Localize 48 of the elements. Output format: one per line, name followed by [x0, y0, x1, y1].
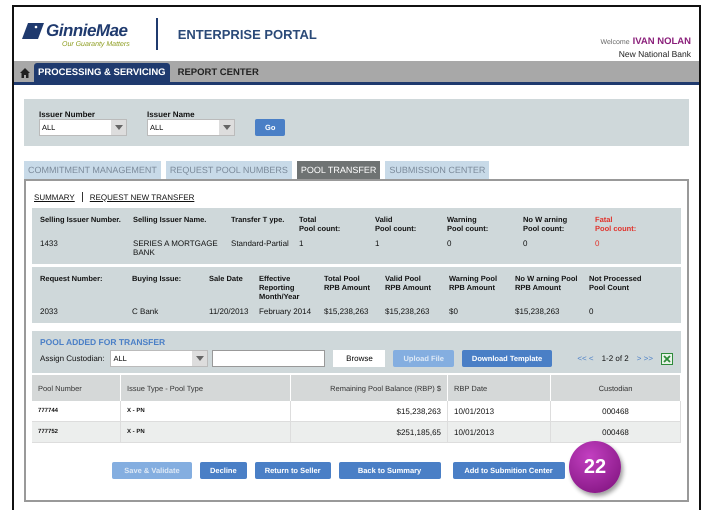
portal-title: ENTERPRISE PORTAL: [178, 26, 317, 42]
table-cell: 000468: [551, 422, 681, 443]
sub-link[interactable]: REQUEST NEW TRANSFER: [90, 192, 194, 202]
nav-tab[interactable]: PROCESSING & SERVICING: [34, 63, 170, 82]
spreadsheet-icon[interactable]: [661, 352, 673, 364]
caret-icon: [196, 356, 204, 361]
filter-label: Issuer Name: [147, 110, 196, 118]
table-cell: 10/01/2013: [448, 422, 551, 443]
tab[interactable]: COMMITMENT MANAGEMENT: [24, 161, 161, 179]
field-value: 1: [299, 239, 304, 250]
field-value: 2033: [40, 307, 59, 316]
logo-icon: [22, 22, 44, 38]
field-value: $15,238,263: [515, 307, 560, 316]
tab[interactable]: REQUEST POOL NUMBERS: [166, 161, 292, 179]
organization-name: New National Bank: [618, 49, 691, 59]
file-path-field[interactable]: [212, 350, 326, 367]
field-value: 1: [375, 239, 380, 250]
tab[interactable]: POOL TRANSFER: [296, 161, 380, 179]
sub-link[interactable]: SUMMARY: [34, 192, 75, 202]
field-value: 1433: [40, 239, 59, 250]
field-value: $15,238,263: [385, 307, 430, 316]
field-value: February 2014: [259, 307, 312, 316]
field-value: 0: [447, 239, 452, 250]
table-cell: $251,185,65: [291, 422, 448, 443]
nav-tab[interactable]: REPORT CENTER: [174, 63, 263, 82]
logo-text: GinnieMae: [46, 20, 128, 40]
field-value: $15,238,263: [324, 307, 370, 316]
home-icon[interactable]: [20, 68, 30, 78]
user-name: IVAN NOLAN: [632, 36, 691, 47]
caret-icon: [222, 124, 230, 130]
page-info: 1-2 of 2: [602, 354, 629, 363]
field-value: C Bank: [132, 307, 160, 316]
step-badge: 22: [569, 441, 621, 493]
custodian-label: Assign Custodian:: [40, 354, 104, 363]
field-value: Standard-Partial: [231, 239, 290, 250]
previous-page-link[interactable]: << <: [577, 354, 594, 363]
field-value: 0: [523, 239, 528, 250]
caret-icon: [114, 124, 122, 130]
field-value: SERIES A MORTGAGE BANK: [133, 239, 219, 257]
field-value: 0: [595, 239, 600, 250]
section-title: POOL ADDED FOR TRANSFER: [40, 337, 166, 347]
field-value: 11/20/2013: [209, 307, 250, 316]
tab[interactable]: SUBMISSION CENTER: [385, 161, 490, 179]
next-page-link[interactable]: > >>: [636, 354, 653, 363]
field-value: 0: [589, 307, 594, 316]
field-value: $0: [449, 307, 459, 316]
browse-button[interactable]: Browse: [333, 350, 386, 367]
filter-label: Issuer Number: [39, 110, 96, 118]
